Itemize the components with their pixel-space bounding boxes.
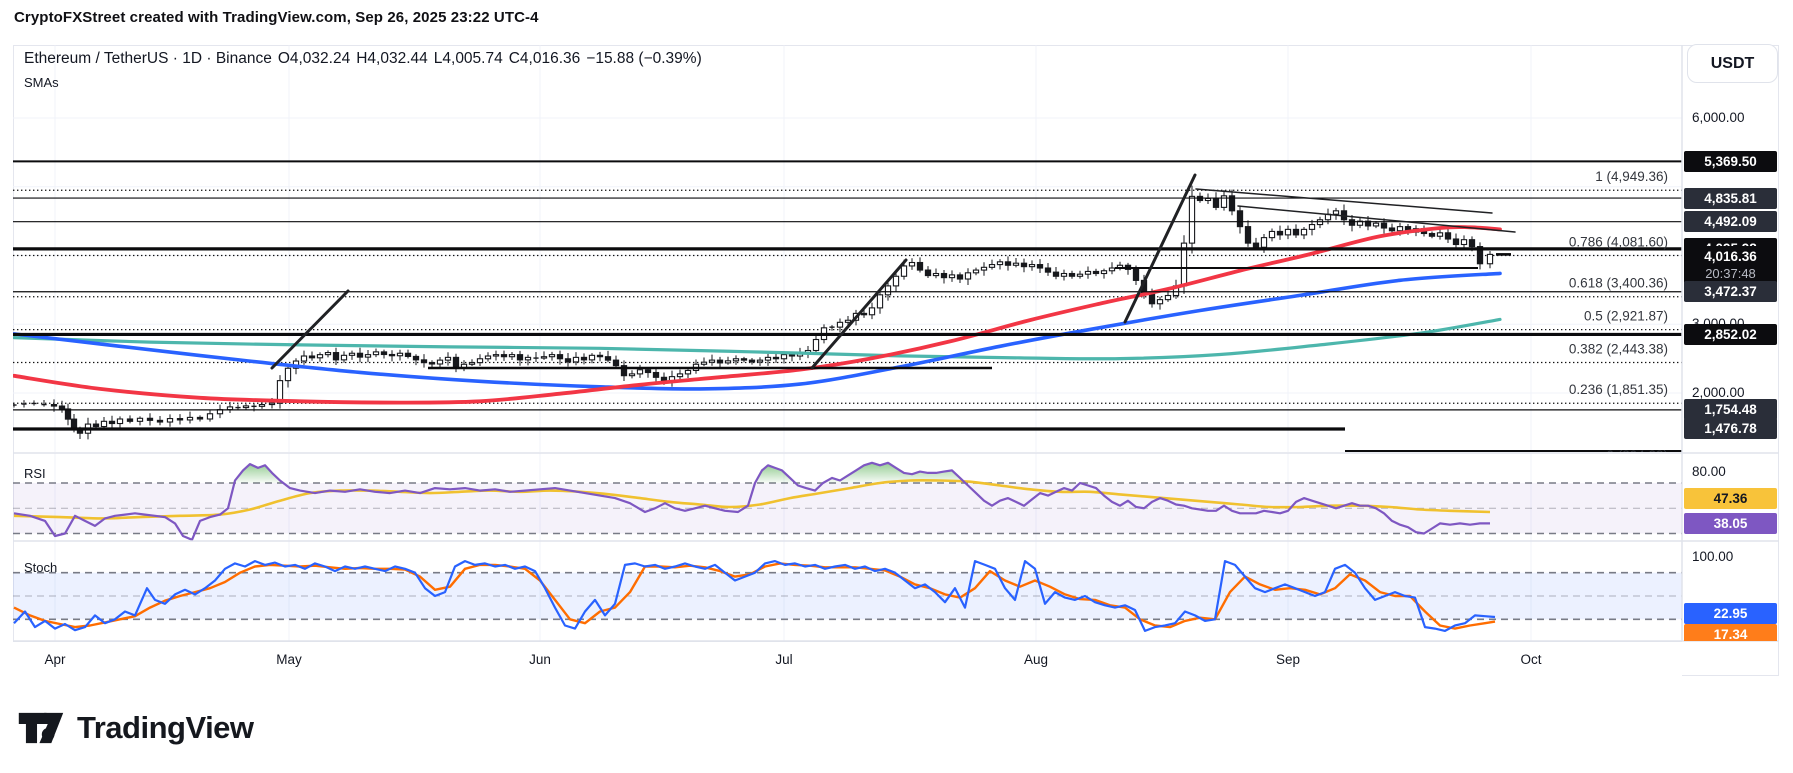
time-axis[interactable]: Apr May Jun Jul Aug Sep Oct (13, 641, 1682, 677)
svg-text:0.5 (2,921.87): 0.5 (2,921.87) (1584, 309, 1668, 324)
indicator-axis-label[interactable]: 22.95 (1684, 603, 1777, 624)
indicator-axis-tick: 100.00 (1692, 549, 1733, 564)
ohlc-low: L4,005.74 (434, 50, 503, 67)
ohlc-change: −15.88 (−0.39%) (586, 50, 701, 67)
price-axis-label[interactable]: 3,472.37 (1684, 281, 1777, 302)
price-axis-tick: 6,000.00 (1692, 110, 1745, 125)
rsi-pane-label[interactable]: RSI (24, 466, 46, 481)
time-axis-label: May (276, 652, 302, 667)
tradingview-logo-icon (18, 708, 64, 748)
time-axis-label: Aug (1024, 652, 1048, 667)
time-axis-label: Jul (775, 652, 792, 667)
svg-text:1 (4,949.36): 1 (4,949.36) (1595, 169, 1668, 184)
ohlc-high: H4,032.44 (356, 50, 428, 67)
indicator-axis-tick: 80.00 (1692, 464, 1726, 479)
symbol-title[interactable]: Ethereum / TetherUS · 1D · Binance (24, 50, 272, 67)
sma-overlay-label[interactable]: SMAs (24, 75, 708, 90)
price-axis-tick: 2,000.00 (1692, 385, 1745, 400)
price-axis-label[interactable]: 2,852.02 (1684, 324, 1777, 345)
tradingview-logo-text: TradingView (77, 710, 254, 746)
indicator-axis-label[interactable]: 38.05 (1684, 513, 1777, 534)
price-axis-label[interactable]: 4,835.81 (1684, 188, 1777, 209)
screenshot-root: CryptoFXStreet created with TradingView.… (0, 0, 1793, 773)
svg-text:0.382 (2,443.38): 0.382 (2,443.38) (1569, 342, 1668, 357)
price-axis-label[interactable]: 1,754.48 (1684, 399, 1777, 420)
bar-countdown: 20:37:48 (1705, 265, 1756, 282)
ohlc-open: O4,032.24 (278, 50, 350, 67)
indicator-axis-label[interactable]: 47.36 (1684, 488, 1777, 509)
price-axis-label[interactable]: 4,492.09 (1684, 211, 1777, 232)
price-axis-label[interactable]: 4,016.3620:37:48 (1684, 246, 1777, 284)
svg-text:0.618 (3,400.36): 0.618 (3,400.36) (1569, 276, 1668, 291)
time-axis-label: Jun (529, 652, 551, 667)
time-axis-label: Apr (44, 652, 65, 667)
time-axis-label: Oct (1520, 652, 1541, 667)
currency-unit-button[interactable]: USDT (1687, 44, 1778, 83)
price-axis-label[interactable]: 1,476.78 (1684, 418, 1777, 439)
chart-legend: Ethereum / TetherUS · 1D · Binance O4,032… (24, 50, 708, 90)
svg-text:0 (894.38): 0 (894.38) (1606, 448, 1668, 463)
symbol-ohlc-row[interactable]: Ethereum / TetherUS · 1D · Binance O4,032… (24, 50, 708, 68)
last-price-value: 4,016.36 (1704, 248, 1757, 265)
price-axis-label[interactable]: 5,369.50 (1684, 151, 1777, 172)
stoch-pane-label[interactable]: Stoch (24, 560, 57, 575)
time-axis-label: Sep (1276, 652, 1300, 667)
svg-text:0.786 (4,081.60): 0.786 (4,081.60) (1569, 235, 1668, 250)
svg-text:0.236 (1,851.35): 0.236 (1,851.35) (1569, 382, 1668, 397)
tradingview-logo[interactable]: TradingView (18, 708, 254, 748)
ohlc-close: C4,016.36 (509, 50, 581, 67)
